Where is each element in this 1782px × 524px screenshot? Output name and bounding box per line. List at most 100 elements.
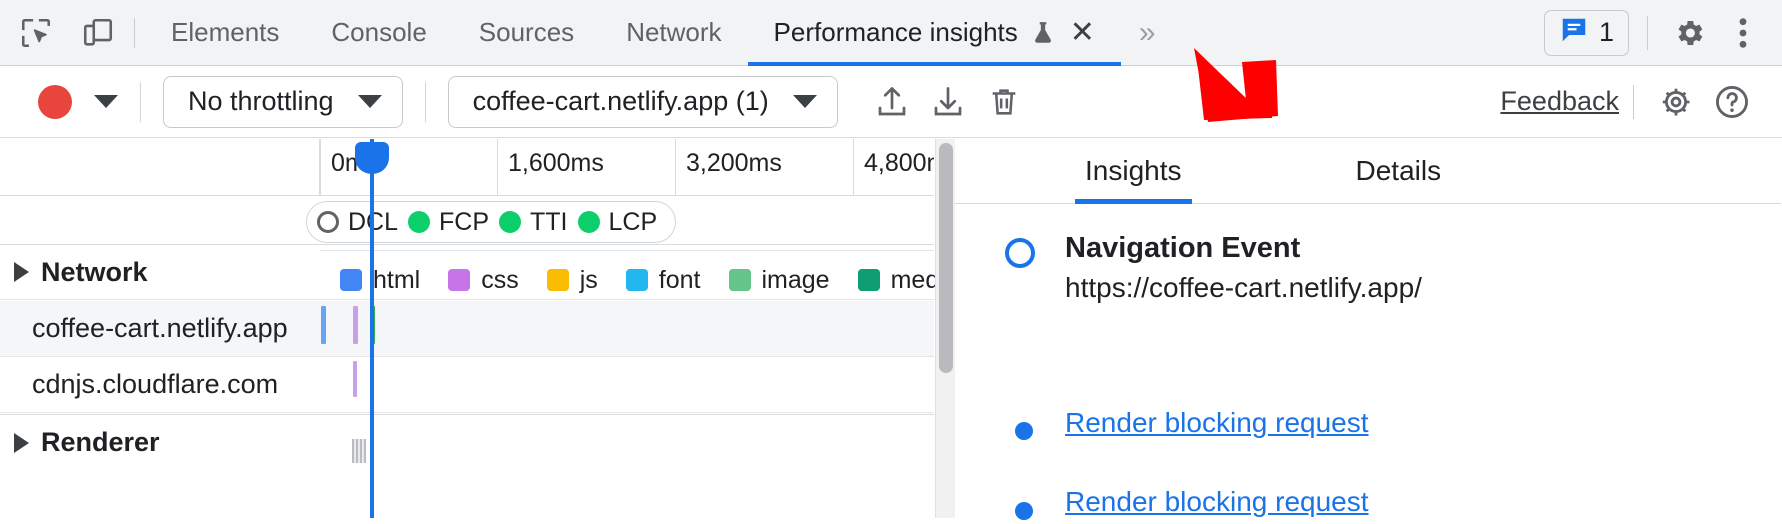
throttling-value: No throttling: [188, 86, 334, 117]
track-row-cdnjs[interactable]: cdnjs.cloudflare.com: [0, 357, 934, 413]
navigation-event-url: https://coffee-cart.netlify.app/: [1065, 272, 1422, 304]
ruler-tick: 3,200ms: [675, 139, 853, 196]
page-select[interactable]: coffee-cart.netlify.app (1): [448, 76, 838, 128]
track-name: Network: [41, 257, 148, 288]
message-icon: [1559, 15, 1589, 50]
ruler-tick-label: 4,800ms: [864, 149, 934, 177]
lcp-marker-icon: [578, 211, 600, 233]
close-icon[interactable]: ✕: [1070, 18, 1095, 48]
render-blocking-request-link[interactable]: Render blocking request: [1065, 486, 1369, 518]
capture-settings-gear-icon[interactable]: [1648, 74, 1704, 130]
tti-marker-icon: [499, 211, 521, 233]
timeline-scrollbar-thumb[interactable]: [939, 143, 953, 373]
marker-dcl[interactable]: DCL: [317, 208, 398, 237]
navigation-event-node-icon[interactable]: [1005, 238, 1035, 268]
chevron-down-icon: [94, 95, 118, 108]
tab-console[interactable]: Console: [305, 0, 452, 66]
performance-toolbar: No throttling coffee-cart.netlify.app (1…: [0, 66, 1782, 138]
chevron-right-icon[interactable]: [14, 433, 29, 453]
timeline-scrollbar[interactable]: [935, 139, 955, 518]
flask-experimental-icon: [1030, 19, 1056, 47]
insights-tablist: Insights Details: [955, 139, 1781, 204]
main-content: 0ms 1,600ms 3,200ms 4,800ms DCL: [0, 139, 1782, 518]
help-icon[interactable]: [1704, 74, 1760, 130]
tab-label: Sources: [479, 17, 574, 48]
ruler-tick-label: 1,600ms: [508, 149, 604, 177]
more-tabs-icon[interactable]: »: [1121, 0, 1174, 66]
marker-fcp[interactable]: FCP: [408, 208, 489, 237]
track-name: Renderer: [41, 427, 160, 458]
upload-icon[interactable]: [864, 74, 920, 130]
playhead-line-top: [370, 139, 374, 147]
marker-tti[interactable]: TTI: [499, 208, 568, 237]
tab-label: Performance insights: [774, 17, 1018, 48]
chevron-right-icon[interactable]: [14, 262, 29, 282]
download-icon[interactable]: [920, 74, 976, 130]
request-bar[interactable]: [353, 361, 357, 397]
trash-icon[interactable]: [976, 74, 1032, 130]
tab-label: Console: [331, 17, 426, 48]
timeline-pane: 0ms 1,600ms 3,200ms 4,800ms DCL: [0, 139, 955, 518]
marker-label: LCP: [609, 208, 658, 237]
playhead-line: [370, 147, 374, 518]
marker-lcp[interactable]: LCP: [578, 208, 658, 237]
ruler-tick: 0ms: [320, 139, 497, 196]
insights-body: Navigation Event https://coffee-cart.net…: [955, 204, 1781, 226]
tab-details[interactable]: Details: [1336, 139, 1462, 204]
toolbar-divider: [134, 18, 135, 48]
track-name: coffee-cart.netlify.app: [32, 313, 288, 344]
feedback-link[interactable]: Feedback: [1500, 86, 1619, 117]
track-name: cdnjs.cloudflare.com: [32, 369, 278, 400]
devtools-window: Elements Console Sources Network Perform…: [0, 0, 1782, 518]
ruler-tick-label: 3,200ms: [686, 149, 782, 177]
tab-label: Insights: [1085, 155, 1182, 187]
fcp-marker-icon: [408, 211, 430, 233]
toolbar-divider-2: [425, 82, 426, 122]
throttling-select[interactable]: No throttling: [163, 76, 403, 128]
navigation-event-title: Navigation Event: [1065, 232, 1300, 265]
chevron-down-icon: [793, 95, 817, 108]
timeline-markers-band: DCL FCP TTI LCP: [320, 196, 934, 251]
tab-insights[interactable]: Insights: [1065, 139, 1202, 204]
tab-label: Network: [626, 17, 721, 48]
tab-performance-insights[interactable]: Performance insights ✕: [748, 0, 1121, 66]
tab-label: Details: [1356, 155, 1442, 187]
message-count: 1: [1599, 17, 1614, 48]
track-group-renderer[interactable]: Renderer: [0, 414, 934, 470]
tab-sources[interactable]: Sources: [453, 0, 600, 66]
marker-label: FCP: [439, 208, 489, 237]
ruler-tick: 1,600ms: [497, 139, 675, 196]
kebab-menu-icon[interactable]: [1716, 6, 1770, 60]
performance-markers-pill[interactable]: DCL FCP TTI LCP: [306, 201, 676, 243]
page-select-value: coffee-cart.netlify.app (1): [473, 86, 769, 117]
inspect-element-icon[interactable]: [10, 7, 62, 59]
tab-elements[interactable]: Elements: [145, 0, 305, 66]
tab-network[interactable]: Network: [600, 0, 747, 66]
devtools-tabstrip: Elements Console Sources Network Perform…: [0, 0, 1782, 66]
dcl-marker-icon: [317, 211, 339, 233]
tabstrip-right-divider: [1647, 16, 1648, 50]
record-options-dropdown[interactable]: [94, 95, 118, 108]
insight-node-icon[interactable]: [1011, 418, 1037, 444]
device-toolbar-icon[interactable]: [72, 7, 124, 59]
chevron-down-icon: [358, 95, 382, 108]
toolbar-divider-1: [140, 82, 141, 122]
insights-pane: Insights Details Navigation Event https:…: [955, 139, 1781, 518]
track-row-coffee-cart[interactable]: coffee-cart.netlify.app: [0, 301, 934, 357]
tab-label: Elements: [171, 17, 279, 48]
track-group-network[interactable]: Network: [0, 244, 934, 300]
timeline-ruler: 0ms 1,600ms 3,200ms 4,800ms: [0, 139, 934, 196]
marker-label: TTI: [530, 208, 568, 237]
message-count-badge[interactable]: 1: [1544, 10, 1629, 56]
ruler-tick: 4,800ms: [853, 139, 934, 196]
insight-node-icon[interactable]: [1011, 498, 1037, 524]
record-button[interactable]: [38, 85, 72, 119]
renderer-activity-bar[interactable]: [352, 439, 366, 463]
render-blocking-request-link[interactable]: Render blocking request: [1065, 407, 1369, 439]
tab-list: Elements Console Sources Network Perform…: [145, 0, 1121, 66]
gear-icon[interactable]: [1662, 6, 1716, 60]
track-name-column-header: [0, 139, 320, 196]
request-bar[interactable]: [353, 306, 358, 344]
toolbar-right-divider: [1633, 85, 1634, 119]
request-bar[interactable]: [321, 306, 326, 344]
